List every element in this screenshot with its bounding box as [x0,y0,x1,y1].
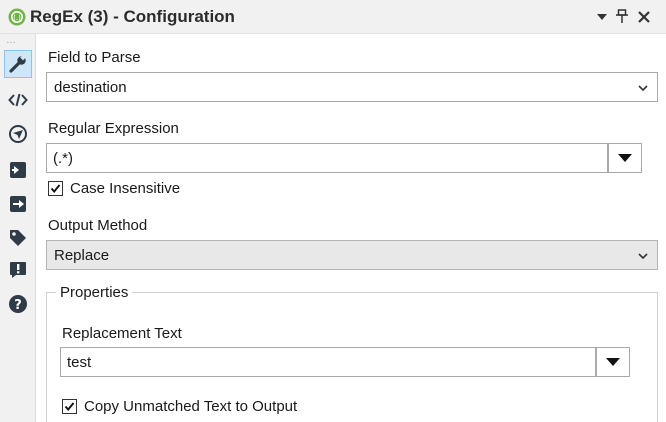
output-method-value: Replace [54,246,110,264]
wrench-icon [9,54,26,73]
regex-label: Regular Expression [48,120,179,137]
case-insensitive-label: Case Insensitive [70,180,181,197]
checkmark-icon [64,402,75,411]
close-icon [638,11,650,23]
replacement-text-value: test [67,353,92,371]
field-to-parse-select[interactable]: destination [46,72,658,102]
sidebar-tab-output[interactable] [4,190,32,218]
alert-icon [10,262,26,278]
sidebar-tab-help[interactable]: ? [4,290,32,318]
regex-menu-button[interactable] [608,143,642,173]
title-bar: (.) RegEx (3) - Configuration [0,0,666,34]
triangle-down-icon [606,358,620,366]
svg-text:?: ? [14,298,22,313]
close-button[interactable] [634,6,654,28]
output-arrow-icon [10,196,26,212]
tag-icon [10,230,26,246]
svg-text:(.): (.) [13,14,21,22]
code-icon [8,93,28,107]
checkmark-icon [50,184,61,193]
copy-unmatched-label: Copy Unmatched Text to Output [84,398,298,415]
input-arrow-icon [10,162,26,178]
tool-sidebar: … ? [0,34,36,422]
sidebar-tab-input[interactable] [4,156,32,184]
output-method-select[interactable]: Replace [46,240,658,270]
sidebar-tab-annotation[interactable] [4,224,32,252]
configuration-panel: Field to Parse destination Regular Expre… [36,34,666,422]
pin-button[interactable] [612,6,632,28]
field-to-parse-value: destination [54,78,127,96]
triangle-down-icon [618,154,632,162]
sidebar-tab-errors[interactable] [4,256,32,284]
chevron-down-icon [638,85,648,92]
triangle-down-icon [597,14,607,20]
replacement-text-label: Replacement Text [62,325,182,342]
sidebar-tab-configuration[interactable] [4,50,32,78]
sidebar-tab-navigate[interactable] [4,120,32,148]
window-title: RegEx (3) - Configuration [30,7,235,26]
copy-unmatched-checkbox[interactable] [62,399,77,414]
regex-tool-icon: (.) [8,8,26,26]
case-insensitive-checkbox[interactable] [48,181,63,196]
sidebar-tab-code[interactable] [4,86,32,114]
window-menu-dropdown[interactable] [592,6,612,28]
pin-icon [616,9,628,23]
grip-icon: … [6,35,17,46]
regex-value: (.*) [53,149,73,167]
field-to-parse-label: Field to Parse [48,49,141,66]
navigate-icon [9,125,27,143]
replacement-menu-button[interactable] [596,347,630,377]
properties-legend: Properties [56,284,133,301]
help-icon: ? [9,295,27,313]
regex-input[interactable]: (.*) [46,143,608,173]
output-method-label: Output Method [48,217,148,234]
chevron-down-icon [638,253,648,260]
replacement-text-input[interactable]: test [60,347,596,377]
